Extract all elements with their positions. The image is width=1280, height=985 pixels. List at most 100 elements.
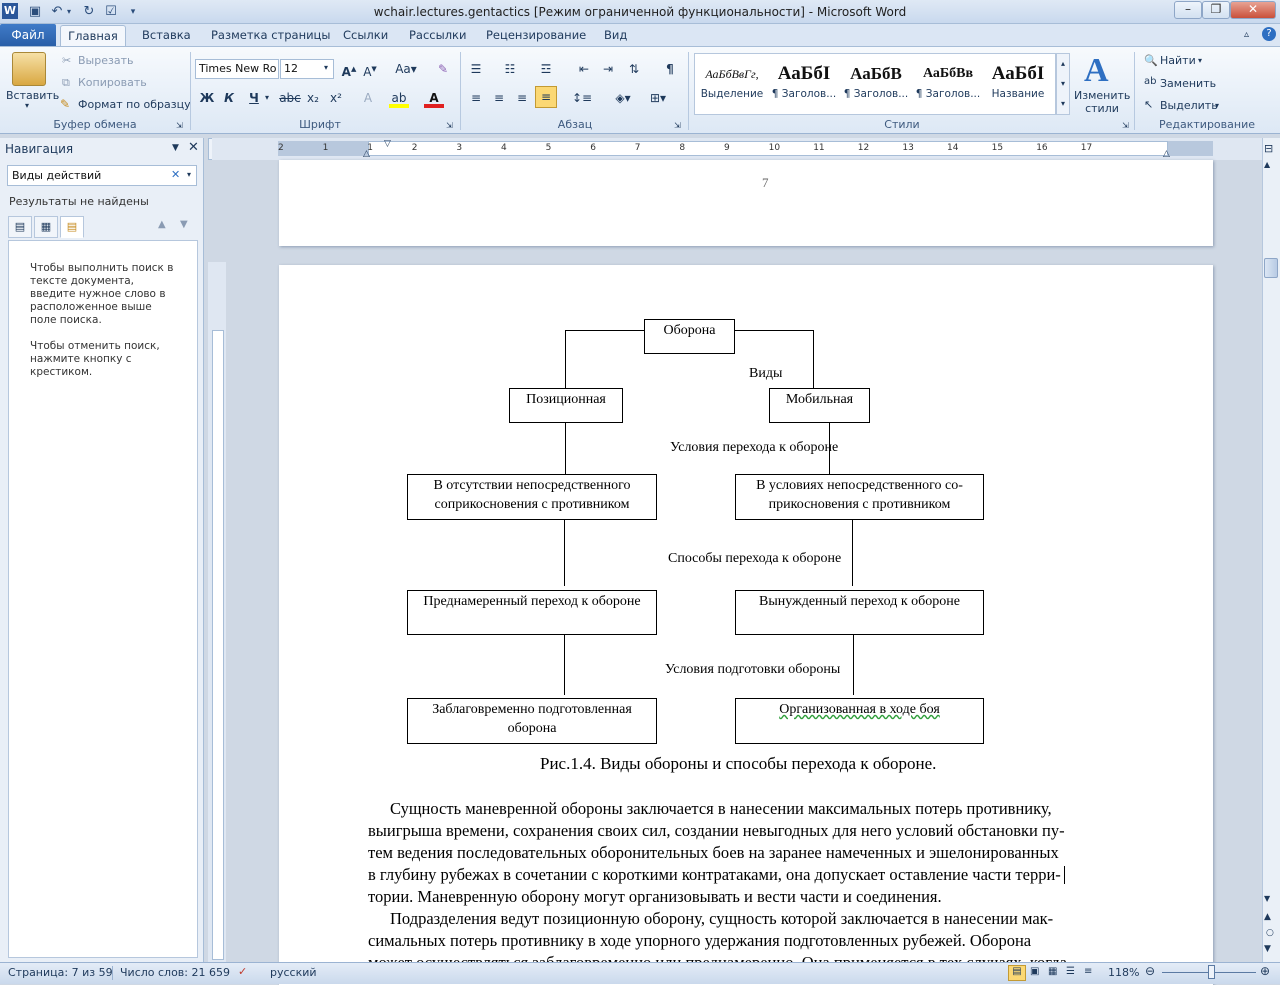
ribbon-collapse-icon[interactable]: ▵ bbox=[1244, 29, 1249, 40]
outline-view-icon[interactable]: ☰ bbox=[1066, 966, 1075, 977]
cut-button[interactable]: Вырезать bbox=[78, 54, 133, 67]
highlight-icon[interactable]: ab bbox=[389, 88, 409, 108]
scroll-down-icon[interactable]: ▼ bbox=[1264, 894, 1270, 903]
superscript-icon[interactable]: x² bbox=[326, 88, 346, 108]
full-screen-view-icon[interactable]: ▣ bbox=[1030, 966, 1039, 977]
save-icon[interactable]: ▣ bbox=[26, 3, 44, 21]
prev-page-icon[interactable]: ▲ bbox=[1264, 912, 1271, 922]
select-dropdown-icon[interactable]: ▾ bbox=[1215, 101, 1219, 110]
clear-formatting-icon[interactable]: ✎ bbox=[433, 59, 453, 79]
paste-dropdown-icon[interactable]: ▾ bbox=[25, 101, 29, 110]
hanging-indent-marker[interactable]: △ bbox=[363, 149, 370, 159]
grow-font-icon[interactable]: A▲ bbox=[339, 59, 359, 79]
change-styles-button[interactable]: Изменить стили bbox=[1074, 89, 1130, 115]
italic-icon[interactable]: К bbox=[219, 88, 239, 108]
style-heading-3[interactable]: АаБбВв ¶ Заголов... bbox=[912, 56, 984, 110]
word-app-icon[interactable]: W bbox=[2, 3, 18, 19]
tab-home[interactable]: Главная bbox=[60, 25, 126, 47]
style-heading-1[interactable]: АаБбI ¶ Заголов... bbox=[768, 56, 840, 110]
font-size-dropdown-icon[interactable]: ▾ bbox=[324, 63, 328, 72]
paste-icon[interactable] bbox=[12, 52, 46, 86]
language[interactable]: русский bbox=[270, 966, 317, 979]
right-indent-marker[interactable]: △ bbox=[1163, 149, 1170, 159]
shading-icon[interactable]: ◈▾ bbox=[610, 88, 636, 108]
text-effects-icon[interactable]: A bbox=[358, 88, 378, 108]
nav-results-tab-icon[interactable]: ▤ bbox=[60, 216, 84, 238]
maximize-button[interactable]: ❐ bbox=[1202, 1, 1230, 19]
tab-mailings[interactable]: Рассылки bbox=[403, 25, 472, 45]
bold-icon[interactable]: Ж bbox=[197, 88, 217, 108]
proofing-icon[interactable]: ✓ bbox=[238, 965, 247, 978]
next-result-icon[interactable]: ▼ bbox=[180, 219, 188, 230]
sort-icon[interactable]: ⇅ bbox=[624, 59, 644, 79]
clear-search-icon[interactable]: ✕ bbox=[171, 168, 180, 181]
style-emphasis[interactable]: АаБбВвГг, Выделение bbox=[696, 56, 768, 110]
quick-edit-icon[interactable]: ☑ bbox=[102, 3, 120, 21]
align-right-icon[interactable]: ≡ bbox=[512, 88, 532, 108]
font-name-combo[interactable]: Times New Ro bbox=[195, 59, 279, 79]
format-painter-button[interactable]: Формат по образцу bbox=[78, 98, 191, 111]
nav-options-icon[interactable]: ▼ bbox=[172, 143, 179, 153]
tab-view[interactable]: Вид bbox=[598, 25, 633, 45]
subscript-icon[interactable]: x₂ bbox=[303, 88, 323, 108]
zoom-slider-thumb[interactable] bbox=[1208, 965, 1215, 979]
borders-icon[interactable]: ⊞▾ bbox=[645, 88, 671, 108]
bullets-icon[interactable]: ☰ bbox=[466, 59, 486, 79]
align-center-icon[interactable]: ≡ bbox=[489, 88, 509, 108]
zoom-in-icon[interactable]: ⊕ bbox=[1260, 964, 1270, 978]
undo-dropdown-icon[interactable]: ▾ bbox=[64, 3, 74, 21]
nav-close-icon[interactable]: ✕ bbox=[188, 140, 199, 155]
next-page-icon[interactable]: ▼ bbox=[1264, 944, 1271, 954]
line-spacing-icon[interactable]: ↕≡ bbox=[569, 88, 595, 108]
zoom-level[interactable]: 118% bbox=[1108, 966, 1139, 979]
underline-dropdown-icon[interactable]: ▾ bbox=[265, 93, 269, 102]
minimize-button[interactable]: – bbox=[1174, 1, 1202, 19]
scroll-thumb[interactable] bbox=[1264, 258, 1278, 278]
search-options-icon[interactable]: ▾ bbox=[187, 170, 191, 179]
tab-references[interactable]: Ссылки bbox=[337, 25, 394, 45]
tab-insert[interactable]: Вставка bbox=[136, 25, 197, 45]
font-color-icon[interactable]: A bbox=[424, 88, 444, 108]
strikethrough-icon[interactable]: abc bbox=[278, 88, 302, 108]
numbering-icon[interactable]: ☷ bbox=[500, 59, 520, 79]
multilevel-list-icon[interactable]: ☲ bbox=[536, 59, 556, 79]
paragraph-launcher-icon[interactable]: ⇲ bbox=[674, 121, 681, 130]
word-count[interactable]: Число слов: 21 659 bbox=[120, 966, 230, 979]
replace-button[interactable]: Заменить bbox=[1160, 77, 1216, 90]
copy-button[interactable]: Копировать bbox=[78, 76, 147, 89]
paste-button[interactable]: Вставить bbox=[6, 89, 59, 102]
show-formatting-icon[interactable]: ¶ bbox=[660, 59, 680, 79]
nav-search-input[interactable]: Виды действий bbox=[7, 165, 197, 186]
styles-launcher-icon[interactable]: ⇲ bbox=[1122, 121, 1129, 130]
decrease-indent-icon[interactable]: ⇤ bbox=[574, 59, 594, 79]
help-icon[interactable]: ? bbox=[1262, 27, 1276, 41]
browse-object-icon[interactable]: ○ bbox=[1266, 928, 1274, 938]
nav-headings-tab-icon[interactable]: ▤ bbox=[8, 216, 32, 238]
tab-file[interactable]: Файл bbox=[0, 24, 56, 46]
scroll-up-icon[interactable]: ▲ bbox=[1264, 160, 1270, 169]
customize-toolbar-icon[interactable]: ▾ bbox=[124, 3, 142, 21]
find-button[interactable]: Найти bbox=[1160, 54, 1196, 67]
change-styles-icon[interactable]: A bbox=[1084, 52, 1109, 90]
redo-icon[interactable]: ↻ bbox=[80, 3, 98, 21]
nav-pages-tab-icon[interactable]: ▦ bbox=[34, 216, 58, 238]
prev-result-icon[interactable]: ▲ bbox=[158, 219, 166, 230]
change-case-icon[interactable]: Aa▾ bbox=[393, 59, 419, 79]
clipboard-launcher-icon[interactable]: ⇲ bbox=[176, 121, 183, 130]
view-ruler-icon[interactable]: ⊟ bbox=[1264, 142, 1273, 155]
select-button[interactable]: Выделить bbox=[1160, 99, 1218, 112]
shrink-font-icon[interactable]: A▼ bbox=[360, 59, 380, 79]
page-count[interactable]: Страница: 7 из 59 bbox=[8, 966, 113, 979]
justify-icon[interactable]: ≡ bbox=[535, 86, 557, 108]
style-title[interactable]: АаБбI Название bbox=[982, 56, 1054, 110]
underline-icon[interactable]: Ч bbox=[244, 88, 264, 108]
increase-indent-icon[interactable]: ⇥ bbox=[598, 59, 618, 79]
print-layout-view-icon[interactable]: ▤ bbox=[1008, 965, 1026, 981]
draft-view-icon[interactable]: ≡ bbox=[1084, 966, 1092, 977]
font-launcher-icon[interactable]: ⇲ bbox=[446, 121, 453, 130]
tab-review[interactable]: Рецензирование bbox=[480, 25, 592, 45]
styles-scroll-icon[interactable]: ▴ ▾ ▾ bbox=[1056, 53, 1070, 115]
close-window-button[interactable]: ✕ bbox=[1230, 1, 1276, 19]
align-left-icon[interactable]: ≡ bbox=[466, 88, 486, 108]
find-dropdown-icon[interactable]: ▾ bbox=[1198, 56, 1202, 65]
